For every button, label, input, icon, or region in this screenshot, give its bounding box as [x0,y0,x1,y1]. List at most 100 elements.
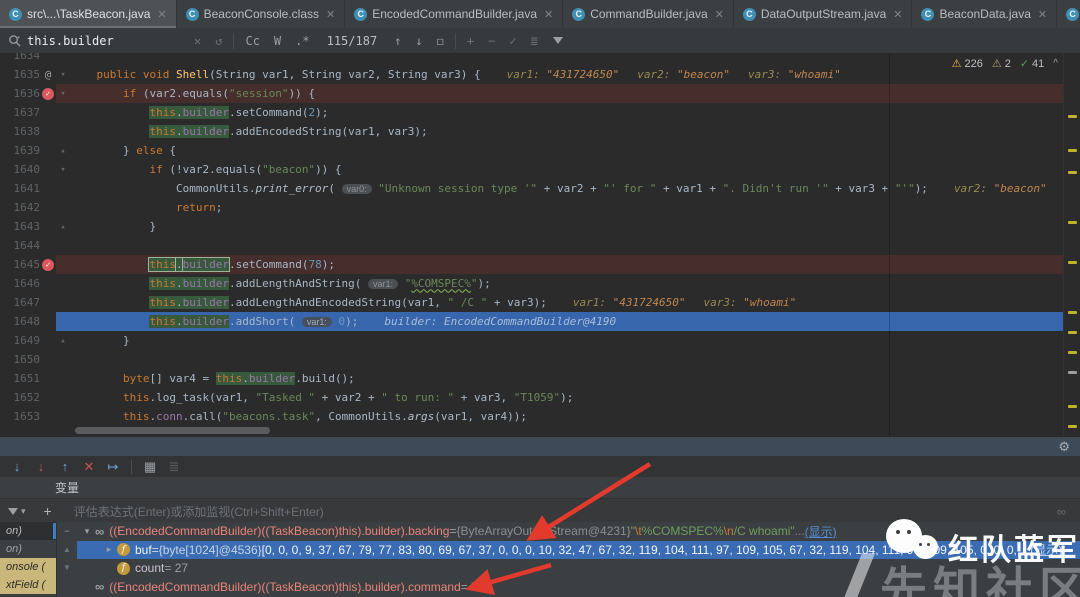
editor-line[interactable]: 1648 this.builder.addShort( var1: 0); bui… [0,312,1064,331]
annotation-gutter-icon[interactable]: @ [45,68,52,81]
stripe-mark[interactable] [1068,425,1077,428]
editor-line[interactable]: 1637 this.builder.setCommand(2); [0,103,1064,122]
close-tab-icon[interactable]: ✕ [1038,8,1047,21]
editor-line[interactable]: 1644 [0,236,1064,255]
line-number[interactable]: 1635 [0,68,41,81]
scroll-down-icon[interactable]: ▼ [63,563,71,572]
force-step-into-icon[interactable]: ↓ [30,459,52,474]
expand-chevron-icon[interactable]: ▾ [79,526,95,537]
previous-occurrence-icon[interactable]: ↑ [394,34,401,48]
stripe-mark[interactable] [1068,261,1077,264]
close-tab-icon[interactable]: ✕ [544,8,553,21]
tab-variables[interactable]: 变量 [55,479,79,496]
next-occurrence-icon[interactable]: ↓ [415,34,422,48]
add-occurrence-icon[interactable]: + [467,34,474,48]
editor-tab[interactable]: Csrc\...\TaskBeacon.java ✕ [0,0,177,28]
line-number[interactable]: 1638 [0,125,41,138]
drop-frame-icon[interactable]: ✕ [78,459,100,475]
editor-line[interactable]: 1647 this.builder.addLengthAndEncodedStr… [0,293,1064,312]
editor-tab[interactable]: C BeaconConsole.class ✕ [177,0,346,28]
line-number[interactable]: 1639 [0,144,41,157]
collapse-inspections-icon[interactable]: ^ [1053,58,1058,69]
search-icon[interactable] [8,34,21,47]
line-number[interactable]: 1643 [0,220,41,233]
evaluate-expression-icon[interactable]: ▦ [139,459,161,475]
line-number[interactable]: 1645 [0,258,41,271]
editor-line[interactable]: 1649 ▴ } [0,331,1064,350]
whole-words-toggle[interactable]: W [274,34,281,48]
line-number[interactable]: 1634 [0,53,41,62]
editor-line[interactable]: 1650 [0,350,1064,369]
stack-frame-item[interactable]: xtField ( [0,576,56,594]
editor-line[interactable]: 1642 return; [0,198,1064,217]
editor-line[interactable]: 1639 ▴ } else { [0,141,1064,160]
line-number[interactable]: 1636 [0,87,41,100]
add-watch-button[interactable]: + [44,503,52,519]
fold-icon[interactable]: ▴ [56,146,70,156]
breakpoint-icon[interactable]: ✓ [42,87,54,100]
line-number[interactable]: 1647 [0,296,41,309]
scroll-up-icon[interactable]: ▲ [63,545,71,554]
editor-line[interactable]: 1643 ▴ } [0,217,1064,236]
line-number[interactable]: 1640 [0,163,41,176]
filter-funnel-icon[interactable] [8,507,18,515]
watch-row[interactable]: ▸ f buf = {byte[1024]@4536} [0, 0, 0, 9, 3… [77,540,1080,559]
close-tab-icon[interactable]: ✕ [326,8,335,21]
editor-line[interactable]: 1652 this.log_task(var1, "Tasked " + var… [0,388,1064,407]
line-number[interactable]: 1646 [0,277,41,290]
close-tab-icon[interactable]: ✕ [157,8,166,21]
editor-tab[interactable]: C DataOutputStream.java ✕ [734,0,913,28]
fold-icon[interactable]: ▴ [56,222,70,232]
editor-line[interactable]: 1651 byte[] var4 = this.builder.build(); [0,369,1064,388]
stripe-mark[interactable] [1068,221,1077,224]
stack-frame-item[interactable]: on) [0,522,56,540]
editor-line[interactable]: 1635 @ ▾ public void Shell(String var1, St… [0,65,1064,84]
inspections-widget[interactable]: ⚠ 226 ⚠ 2 ✓ 41 ^ [952,57,1058,70]
watch-row[interactable]: ∞ ((EncodedCommandBuilder)((TaskBeacon)th… [77,578,1080,597]
stack-frame-item[interactable]: onsole ( [0,558,56,576]
watch-row[interactable]: ▾ ∞ ((EncodedCommandBuilder)((TaskBeacon)t… [77,522,1080,541]
line-number[interactable]: 1641 [0,182,41,195]
stack-frame-item[interactable]: on) [0,540,56,558]
line-number[interactable]: 1648 [0,315,41,328]
code-editor[interactable]: 1634 1635 @ ▾ public void Shell(String var1… [0,53,1080,437]
step-into-icon[interactable]: ↓ [6,459,28,474]
editor-line[interactable]: 1653 this.conn.call("beacons.task", Comm… [0,407,1064,426]
horizontal-scrollbar[interactable] [75,427,270,434]
breakpoint-icon[interactable]: ✓ [42,258,54,271]
watch-row[interactable]: f count = 27 [77,559,1080,578]
editor-line[interactable]: 1634 [0,53,1064,65]
editor-tab[interactable]: C BeaconData.java ✕ [912,0,1058,28]
gear-icon[interactable]: ⚙ [1058,439,1070,455]
stripe-mark[interactable] [1068,171,1077,174]
expand-chevron-icon[interactable]: ▸ [101,544,117,555]
line-number[interactable]: 1650 [0,353,41,366]
regex-toggle[interactable]: .* [295,34,309,48]
editor-line[interactable]: 1641 CommonUtils.print_error( var0: "Unk… [0,179,1064,198]
stripe-mark[interactable] [1068,351,1077,354]
select-all-occurrences-icon[interactable]: ✓ [509,34,516,48]
stripe-mark[interactable] [1068,331,1077,334]
fold-icon[interactable]: ▾ [56,165,70,175]
evaluate-expression-input[interactable]: 评估表达式(Enter)或添加监视(Ctrl+Shift+Enter) [74,503,1057,520]
open-results-window-icon[interactable]: ◻ [437,34,444,48]
fold-icon[interactable]: ▴ [56,336,70,346]
run-to-cursor-icon[interactable]: ↦ [102,459,124,475]
collapse-icon[interactable]: − [64,526,69,536]
clear-search-icon[interactable]: ✕ [194,34,201,48]
line-number[interactable]: 1651 [0,372,41,385]
stripe-mark[interactable] [1068,371,1077,374]
search-input[interactable]: this.builder [27,34,147,48]
show-value-link[interactable]: (显示) [805,523,837,540]
line-number[interactable]: 1637 [0,106,41,119]
fold-icon[interactable]: ▾ [56,70,70,80]
editor-line[interactable]: 1640 ▾ if (!var2.equals("beacon")) { [0,160,1064,179]
editor-tab[interactable]: C EncodedCommandBuilder.java ✕ [345,0,564,28]
line-number[interactable]: 1642 [0,201,41,214]
editor-tab[interactable]: CBeacons.java✕ [1057,0,1080,28]
stripe-mark[interactable] [1068,311,1077,314]
show-value-link[interactable]: (显示) [1030,541,1062,558]
line-number[interactable]: 1644 [0,239,41,252]
editor-line[interactable]: 1645 ✓ this.builder.setCommand(78); [0,255,1064,274]
stripe-mark[interactable] [1068,149,1077,152]
